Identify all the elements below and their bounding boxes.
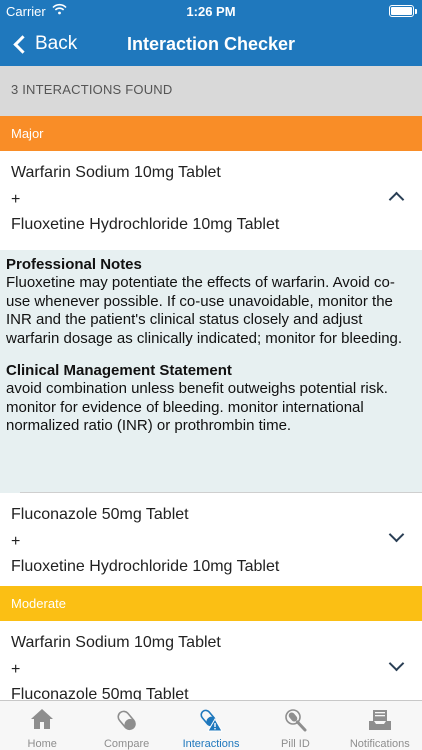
home-icon	[31, 709, 54, 729]
drug-1-name: Fluconazole 50mg Tablet	[11, 506, 189, 523]
chevron-down-icon[interactable]	[388, 526, 405, 543]
plus-sign: +	[11, 191, 21, 208]
severity-header-major: Major	[0, 116, 422, 151]
interaction-warning-icon	[200, 709, 223, 732]
tab-label: Interactions	[182, 738, 240, 750]
page-title: Interaction Checker	[126, 34, 296, 54]
pills-icon	[117, 710, 136, 731]
results-count-header: 3 INTERACTIONS FOUND	[0, 66, 422, 116]
drug-1-name: Warfarin Sodium 10mg Tablet	[11, 634, 221, 651]
clinical-management-heading: Clinical Management Statement	[6, 362, 232, 380]
tab-label: Home	[27, 738, 57, 750]
interaction-details: Professional Notes Fluoxetine may potent…	[0, 250, 422, 493]
plus-sign: +	[11, 661, 21, 678]
tab-bar: Home Compare Interactions Pill ID Notifi…	[0, 700, 422, 750]
tab-label: Pill ID	[281, 738, 310, 750]
tab-notifications[interactable]: Notifications	[338, 701, 422, 750]
severity-header-moderate: Moderate	[0, 586, 422, 621]
tab-label: Notifications	[349, 738, 410, 750]
navigation-bar: Carrier 1:26 PM Back Interaction Checker	[0, 0, 422, 66]
interaction-row[interactable]: Fluconazole 50mg Tablet + Fluoxetine Hyd…	[0, 493, 422, 586]
notification-tray-icon	[368, 710, 391, 730]
interaction-row[interactable]: Warfarin Sodium 10mg Tablet + Fluconazol…	[0, 621, 422, 700]
interaction-row[interactable]: Warfarin Sodium 10mg Tablet + Fluoxetine…	[0, 151, 422, 250]
clinical-management-text: avoid combination unless benefit outweig…	[6, 380, 388, 435]
plus-sign: +	[11, 533, 21, 550]
chevron-down-icon[interactable]	[388, 655, 405, 672]
tab-compare[interactable]: Compare	[84, 701, 168, 750]
professional-notes-text: Fluoxetine may potentiate the effects of…	[6, 274, 403, 347]
tab-label: Compare	[103, 738, 150, 750]
drug-2-name: Fluconazole 50mg Tablet	[11, 686, 189, 700]
severity-label: Major	[11, 126, 44, 141]
chevron-up-icon[interactable]	[388, 191, 405, 208]
severity-label: Moderate	[11, 596, 66, 611]
clock: 1:26 PM	[186, 4, 236, 19]
tab-pill-id[interactable]: Pill ID	[253, 701, 337, 750]
pill-search-icon	[285, 709, 307, 732]
status-bar: Carrier 1:26 PM	[0, 0, 422, 22]
tab-interactions[interactable]: Interactions	[169, 701, 253, 750]
drug-2-name: Fluoxetine Hydrochloride 10mg Tablet	[11, 558, 280, 575]
results-count-label: 3 INTERACTIONS FOUND	[11, 82, 173, 97]
tab-home[interactable]: Home	[0, 701, 84, 750]
drug-1-name: Warfarin Sodium 10mg Tablet	[11, 164, 221, 181]
professional-notes-heading: Professional Notes	[6, 256, 142, 273]
drug-2-name: Fluoxetine Hydrochloride 10mg Tablet	[11, 216, 280, 233]
battery-icon	[389, 5, 417, 17]
